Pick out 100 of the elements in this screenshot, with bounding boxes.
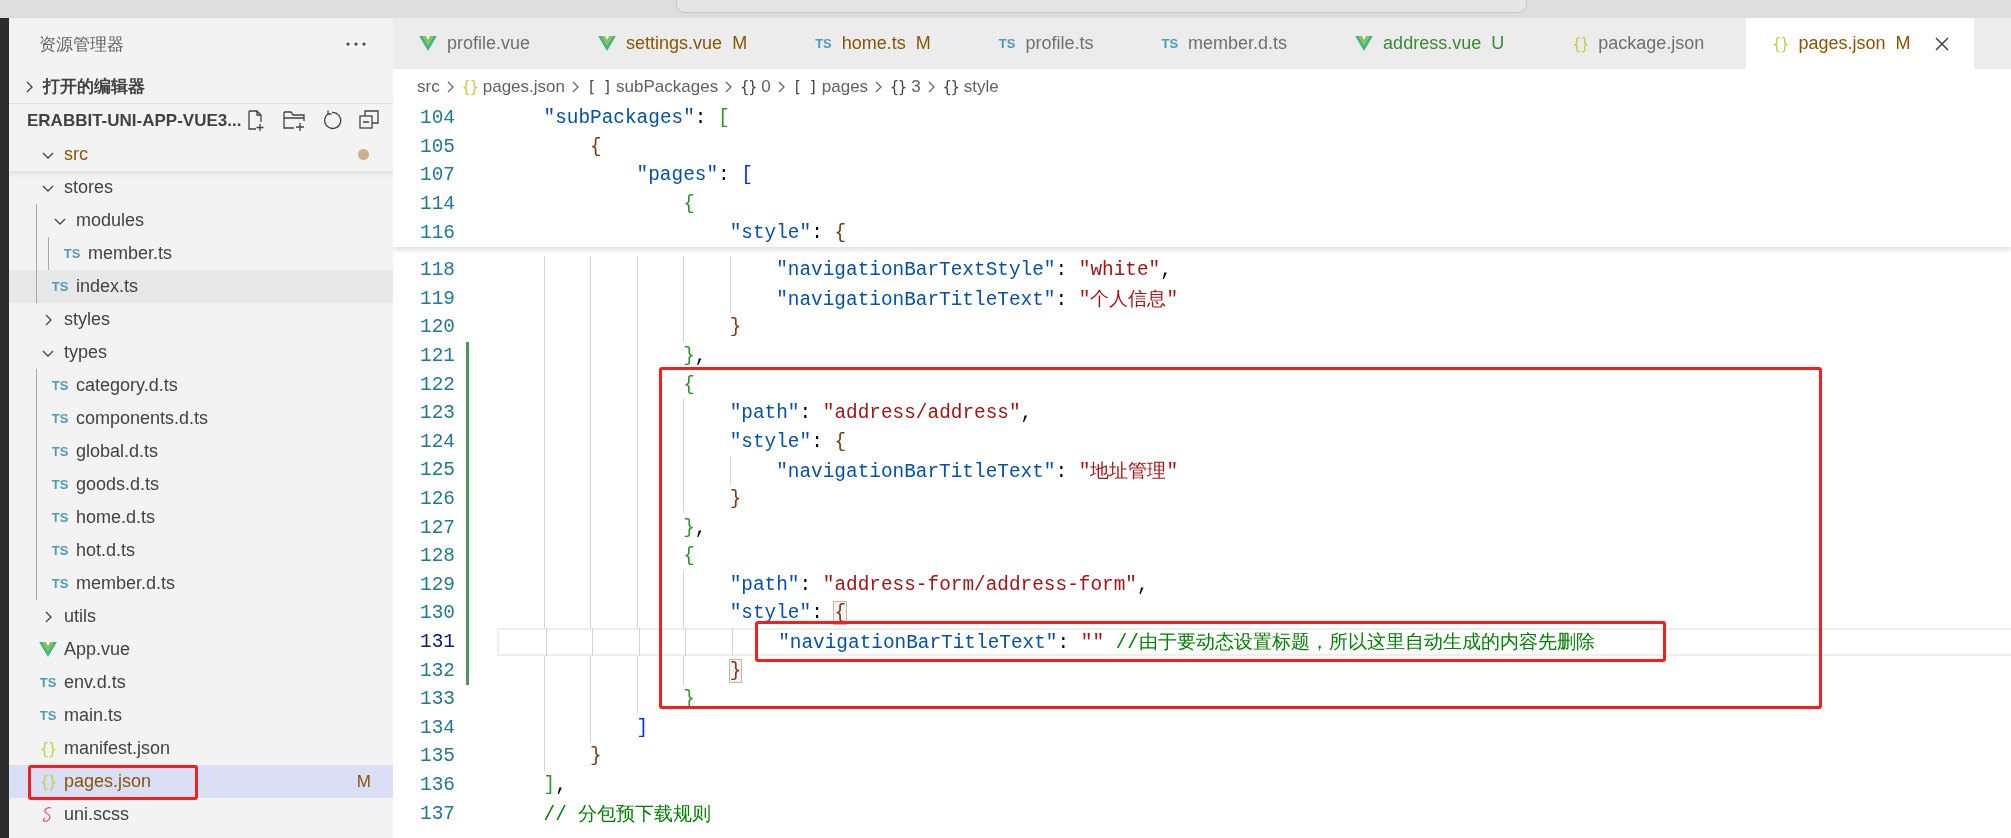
sidebar-title: 资源管理器	[39, 33, 124, 56]
line-number: 116	[419, 221, 455, 244]
line-number: 128	[419, 545, 455, 568]
line-number: 127	[419, 516, 455, 539]
vue-icon	[598, 35, 617, 52]
breadcrumb-item[interactable]: 3	[911, 76, 921, 97]
json-icon: {}	[39, 772, 57, 791]
section-title[interactable]: ERABBIT-UNI-APP-VUE3...	[27, 111, 242, 131]
editor-tab[interactable]: profile.vue	[393, 18, 573, 69]
code-line: "style": {	[729, 221, 847, 244]
breadcrumb-item[interactable]: pages.json	[482, 76, 565, 97]
code-line: {	[683, 373, 695, 396]
file-item[interactable]: TS index.ts	[9, 270, 393, 303]
folder-item[interactable]: types	[9, 336, 393, 369]
code-line: "navigationBarTitleText": "个人信息"	[776, 288, 1179, 313]
line-number: 123	[419, 402, 455, 425]
editor-tab[interactable]: settings.vue M	[572, 18, 790, 69]
file-item[interactable]: {} manifest.json	[9, 732, 393, 765]
line-number: 119	[419, 287, 455, 310]
typescript-icon: TS	[51, 477, 69, 492]
file-name: goods.d.ts	[76, 474, 160, 495]
code-line: "path": "address-form/address-form",	[729, 573, 1149, 596]
file-name: utils	[64, 606, 96, 627]
json-icon: {}	[39, 739, 57, 758]
typescript-icon: TS	[815, 36, 832, 51]
file-item[interactable]: uni.scss	[9, 798, 393, 831]
line-number: 121	[419, 345, 455, 368]
array-icon: [ ]	[586, 77, 612, 96]
folder-item[interactable]: src	[9, 138, 393, 171]
file-name: global.d.ts	[76, 441, 159, 462]
code-line: }	[729, 488, 742, 510]
file-item[interactable]: TS components.d.ts	[9, 402, 393, 435]
file-item[interactable]: TS home.d.ts	[9, 501, 393, 534]
code-line: }	[729, 316, 742, 339]
file-item[interactable]: App.vue	[9, 633, 393, 666]
file-name: index.ts	[76, 276, 139, 297]
refresh-icon[interactable]	[323, 110, 344, 130]
code-line: "path": "address/address",	[729, 402, 1033, 425]
line-number: 136	[419, 773, 455, 796]
file-name: hot.d.ts	[76, 540, 136, 561]
code-line: "pages": [	[636, 164, 753, 187]
file-item[interactable]: TS main.ts	[9, 699, 393, 732]
line-number: 105	[419, 135, 455, 158]
close-icon[interactable]	[1934, 35, 1951, 52]
code-line: "navigationBarTextStyle": "white",	[776, 259, 1172, 282]
breadcrumb-item[interactable]: 0	[761, 76, 771, 97]
file-name: manifest.json	[64, 738, 171, 759]
typescript-icon: TS	[51, 576, 69, 591]
editor-tab[interactable]: TS member.d.ts	[1135, 18, 1330, 69]
breadcrumb-item[interactable]: pages	[821, 76, 869, 97]
breadcrumb-item[interactable]: style	[963, 76, 999, 97]
file-item[interactable]: TS hot.d.ts	[9, 534, 393, 567]
line-number: 118	[419, 259, 455, 282]
folder-item[interactable]: modules	[9, 204, 393, 237]
code-line: "subPackages": [	[543, 107, 730, 130]
file-item[interactable]: TS member.d.ts	[9, 567, 393, 600]
file-item[interactable]: TS global.d.ts	[9, 435, 393, 468]
folder-item[interactable]: utils	[9, 600, 393, 633]
typescript-icon: TS	[1161, 36, 1179, 51]
editor-tab[interactable]: TS profile.ts	[972, 18, 1136, 69]
collapse-all-icon[interactable]	[359, 110, 380, 130]
file-item[interactable]: TS env.d.ts	[9, 666, 393, 699]
line-number: 130	[419, 602, 455, 625]
editor-tab[interactable]: {} package.json	[1546, 18, 1747, 69]
object-icon: {}	[942, 77, 959, 96]
folder-item[interactable]: stores	[9, 171, 393, 204]
line-number: 114	[419, 193, 455, 216]
file-name: App.vue	[64, 639, 131, 660]
line-number: 133	[419, 688, 455, 711]
folder-item[interactable]: styles	[9, 303, 393, 336]
file-item[interactable]: {} pages.json M	[9, 765, 393, 798]
code-line: // 分包预下载规则	[543, 803, 712, 828]
vue-icon	[419, 35, 437, 52]
new-folder-icon[interactable]	[283, 110, 308, 132]
file-item[interactable]: TS category.d.ts	[9, 369, 393, 402]
editor-tab[interactable]: {} pages.json M	[1746, 18, 1975, 69]
line-number: 126	[419, 488, 455, 510]
line-number: 132	[419, 659, 455, 682]
code-line: ]	[636, 716, 649, 739]
file-name: pages.json	[64, 771, 152, 792]
json-icon: {}	[461, 77, 478, 96]
file-name: uni.scss	[64, 804, 130, 825]
line-number: 135	[419, 745, 455, 768]
code-line: {	[683, 193, 695, 216]
section-title[interactable]: 打开的编辑器	[43, 75, 145, 98]
editor-tab[interactable]: address.vue U	[1329, 18, 1547, 69]
file-item[interactable]: TS goods.d.ts	[9, 468, 393, 501]
editor-tab[interactable]: TS home.ts M	[789, 18, 973, 69]
breadcrumb-item[interactable]: src	[417, 76, 440, 97]
typescript-icon: TS	[51, 279, 69, 294]
line-number: 125	[419, 459, 455, 482]
json-icon: {}	[1572, 34, 1589, 53]
object-icon: {}	[740, 77, 757, 96]
line-number: 104	[419, 107, 455, 130]
vue-icon	[1355, 35, 1374, 52]
file-name: src	[64, 144, 88, 165]
code-line: },	[683, 345, 707, 368]
more-icon[interactable]	[345, 41, 367, 47]
file-name: main.ts	[64, 705, 123, 726]
breadcrumb-item[interactable]: subPackages	[616, 76, 719, 97]
